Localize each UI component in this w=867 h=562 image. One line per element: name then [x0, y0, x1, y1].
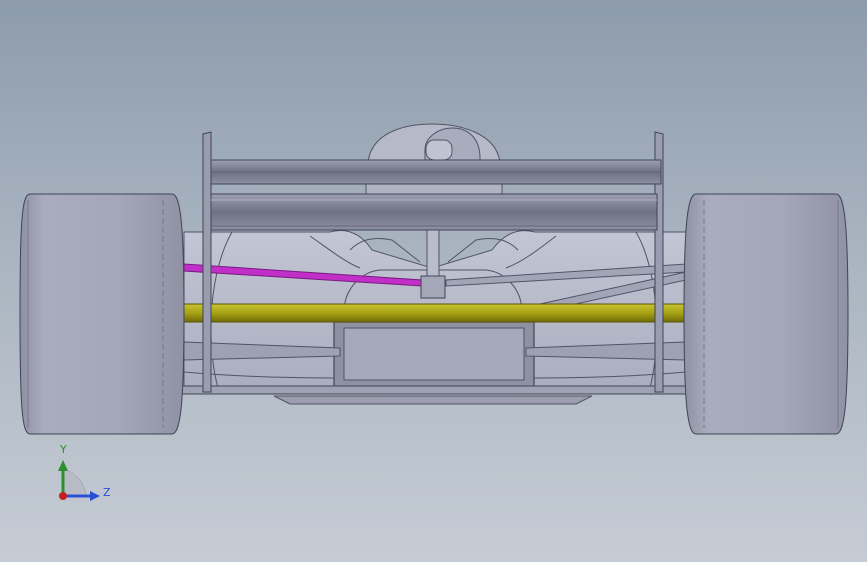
f1-car-rear-view-model[interactable] — [0, 0, 867, 562]
y-axis-label: Y — [60, 443, 67, 456]
z-axis-label: Z — [103, 486, 111, 499]
rear-axle-highlighted[interactable] — [182, 303, 687, 323]
graphics-viewport[interactable]: Y Z — [0, 0, 867, 562]
rear-tire-left[interactable] — [19, 193, 185, 435]
triad-plane-icon — [62, 469, 87, 497]
rear-tire-right[interactable] — [683, 193, 849, 435]
wing-mount-pillar — [420, 227, 446, 299]
x-axis-icon — [59, 492, 67, 500]
